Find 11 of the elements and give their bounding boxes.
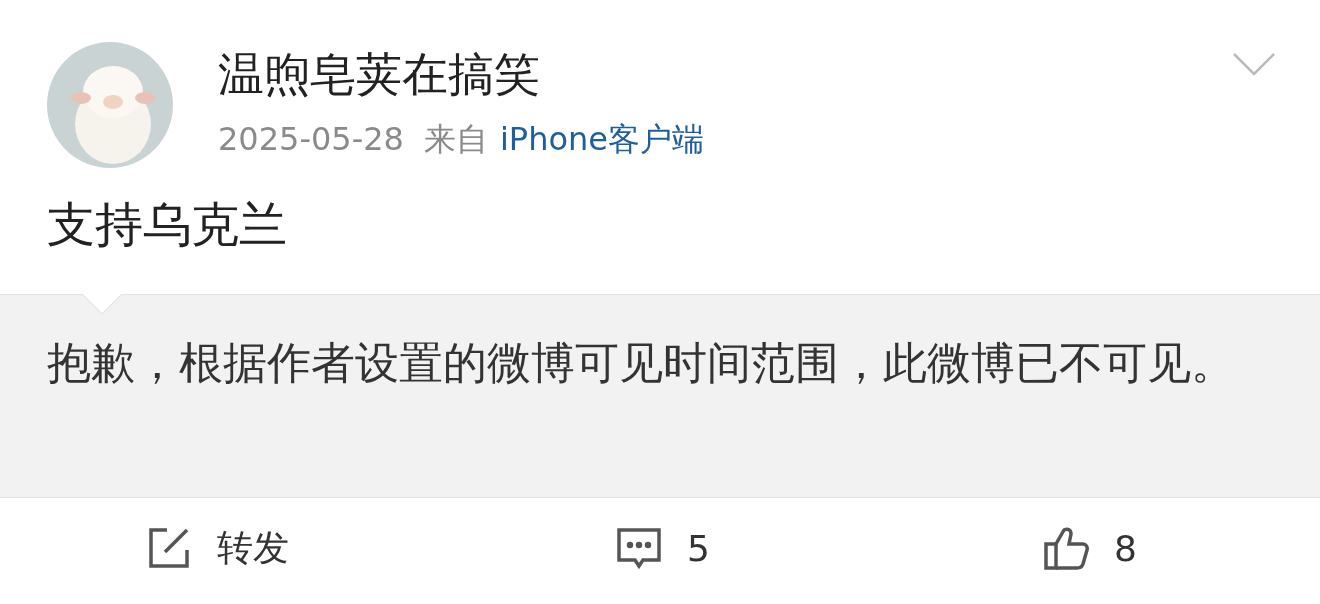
notice-text: 抱歉，根据作者设置的微博可见时间范围，此微博已不可见。	[47, 336, 1236, 390]
thumbs-up-icon	[1042, 524, 1090, 572]
source-prefix: 来自	[423, 119, 488, 160]
repost-button[interactable]: 转发	[145, 523, 289, 573]
comment-button[interactable]: 5	[615, 524, 710, 572]
source-link[interactable]: iPhone客户端	[499, 116, 704, 162]
post-date: 2025-05-28	[218, 119, 404, 160]
author-name[interactable]: 温煦皂荚在搞笑	[218, 46, 1187, 102]
chevron-down-icon[interactable]	[1232, 52, 1276, 78]
post-text: 支持乌克兰	[46, 195, 288, 254]
like-button[interactable]: 8	[1042, 524, 1137, 572]
